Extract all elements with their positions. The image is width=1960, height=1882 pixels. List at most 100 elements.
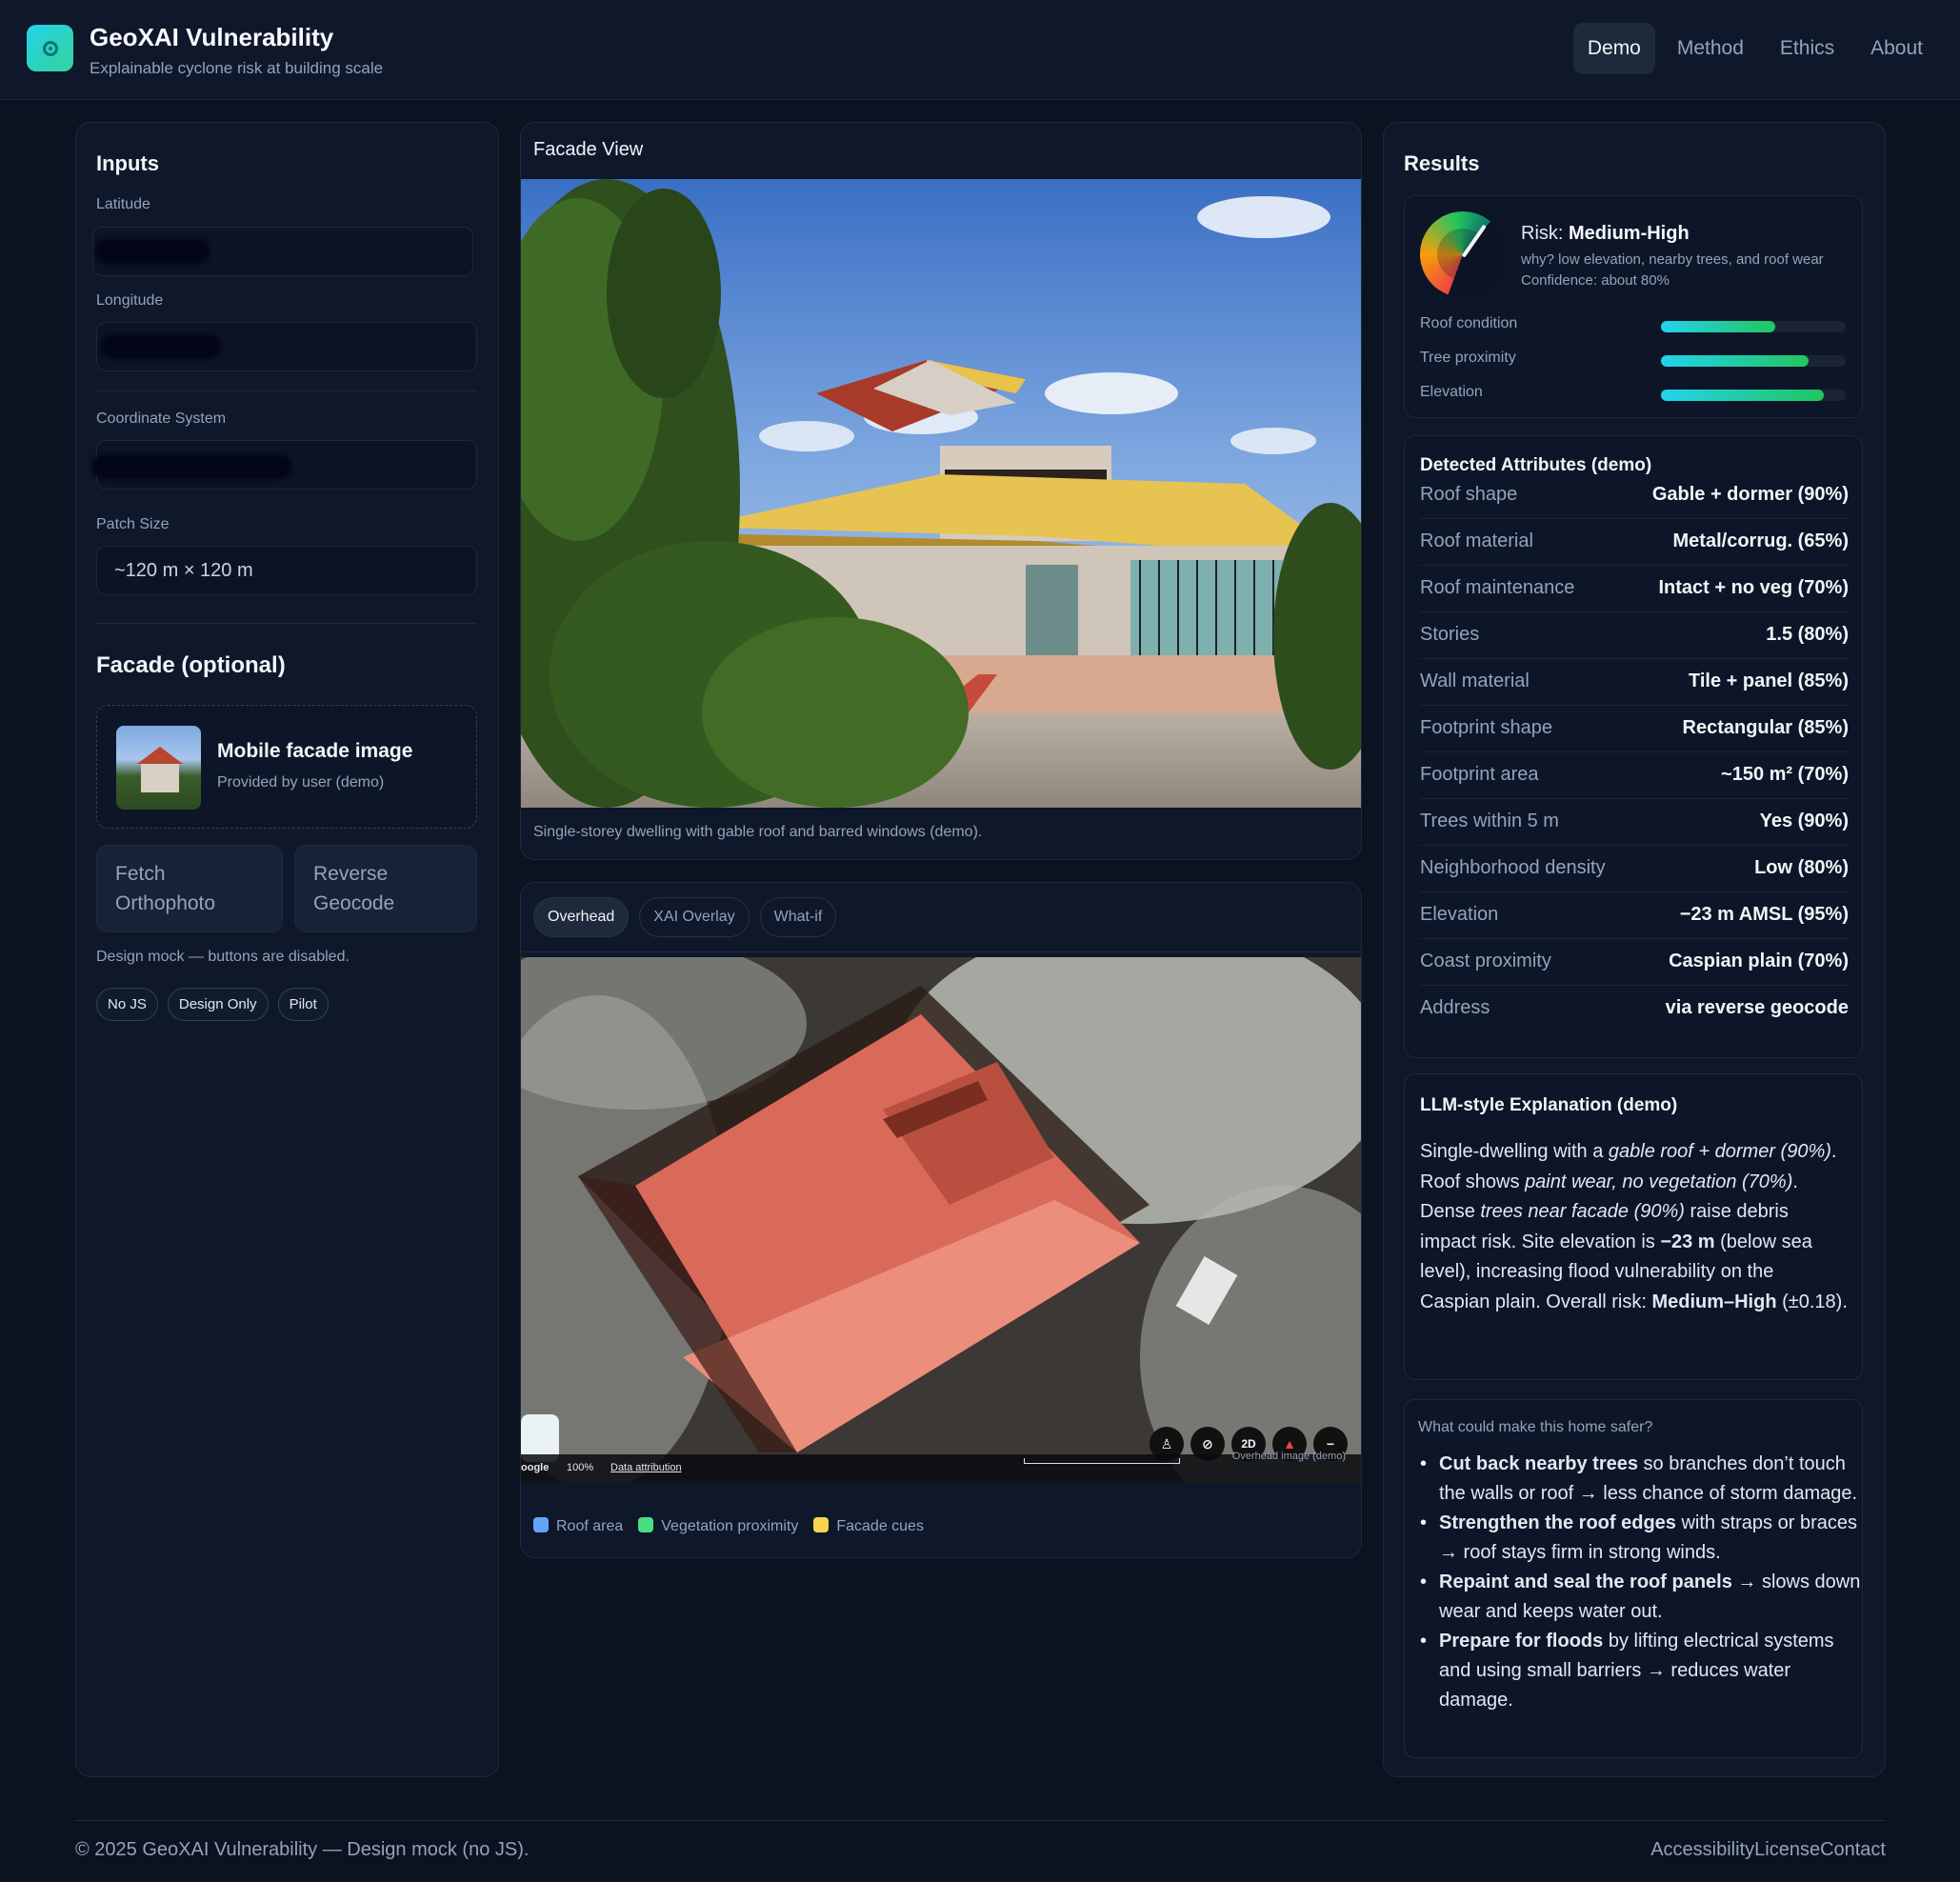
attribute-row: Address via reverse geocode: [1420, 986, 1849, 1032]
app-subtitle: Explainable cyclone risk at building sca…: [90, 59, 384, 77]
attribute-key: Elevation: [1420, 904, 1499, 925]
nav-ethics[interactable]: Ethics: [1766, 23, 1849, 74]
attribute-value: Yes (90%): [1759, 811, 1849, 831]
tab-overhead[interactable]: Overhead: [533, 897, 630, 937]
map-scale-bar: [1024, 1458, 1180, 1464]
divider: [96, 623, 477, 624]
attribute-value: ~150 m² (70%): [1721, 764, 1849, 785]
attribute-key: Roof maintenance: [1420, 577, 1575, 598]
map-attribution-link[interactable]: Data attribution: [610, 1462, 682, 1473]
facade-illustration: [521, 179, 1361, 808]
risk-gauge-icon: [1420, 211, 1506, 297]
redaction-mark: [91, 454, 291, 479]
footer-link-contact[interactable]: Contact: [1820, 1839, 1886, 1861]
attribute-row: Roof maintenance Intact + no veg (70%): [1420, 566, 1849, 612]
nav-method[interactable]: Method: [1663, 23, 1758, 74]
explanation-text: Single-dwelling with a gable roof + dorm…: [1420, 1141, 1848, 1312]
view-tabs: Overhead XAI Overlay What-if: [533, 897, 837, 937]
bar-tree-proximity: Tree proximity: [1420, 350, 1849, 369]
inputs-panel: Inputs Latitude Longitude Coordinate Sys…: [75, 122, 499, 1777]
attribute-value: Tile + panel (85%): [1688, 671, 1849, 691]
attribute-row: Roof shape Gable + dormer (90%): [1420, 472, 1849, 519]
facade-thumbnail: [116, 726, 201, 810]
attribute-key: Roof material: [1420, 531, 1533, 551]
legend-roof-area: Roof area: [533, 1517, 623, 1535]
map-footer-bar: oogle 100% Data attribution Overhead ima…: [521, 1451, 1361, 1483]
attribute-key: Trees within 5 m: [1420, 811, 1559, 831]
risk-card: Risk: Medium-High why? low elevation, ne…: [1404, 195, 1863, 418]
longitude-field[interactable]: [96, 322, 477, 371]
redaction-mark: [95, 239, 210, 264]
tip-item: Repaint and seal the roof panels → slows…: [1420, 1568, 1868, 1627]
attribute-value: Intact + no veg (70%): [1658, 577, 1850, 598]
attribute-row: Trees within 5 m Yes (90%): [1420, 799, 1849, 846]
attribute-value: −23 m AMSL (95%): [1679, 904, 1849, 925]
footer-copyright: © 2025 GeoXAI Vulnerability — Design moc…: [75, 1839, 530, 1860]
divider: [96, 390, 477, 391]
attribute-row: Stories 1.5 (80%): [1420, 612, 1849, 659]
attribute-value: via reverse geocode: [1665, 997, 1849, 1018]
facade-view-panel: Facade View Single-storey dwelling with …: [520, 122, 1362, 860]
attribute-row: Footprint area ~150 m² (70%): [1420, 752, 1849, 799]
risk-value: Medium-High: [1569, 223, 1690, 244]
attribute-key: Stories: [1420, 624, 1480, 645]
footer-link-accessibility[interactable]: Accessibility: [1650, 1839, 1754, 1861]
attribute-value: Low (80%): [1754, 857, 1849, 878]
overhead-panel: Overhead XAI Overlay What-if ♙ ⊘ 2D ▲ −: [520, 882, 1362, 1558]
risk-why: why? low elevation, nearby trees, and ro…: [1521, 251, 1824, 268]
app-title: GeoXAI Vulnerability: [90, 23, 334, 51]
tip-item: Strengthen the roof edges with straps or…: [1420, 1509, 1868, 1568]
attribute-key: Footprint area: [1420, 764, 1539, 785]
attribute-row: Roof material Metal/corrug. (65%): [1420, 519, 1849, 566]
inputs-title: Inputs: [96, 151, 159, 175]
attribute-key: Wall material: [1420, 671, 1530, 691]
overhead-map[interactable]: ♙ ⊘ 2D ▲ − oogle 100% Data attribution O…: [521, 957, 1361, 1483]
safety-tips-card: What could make this home safer? Cut bac…: [1404, 1399, 1863, 1758]
upload-title: Mobile facade image: [217, 740, 413, 762]
facade-upload-card[interactable]: Mobile facade image Provided by user (de…: [96, 705, 477, 829]
chip-pilot: Pilot: [277, 988, 329, 1021]
legend-vegetation: Vegetation proximity: [638, 1517, 798, 1535]
tab-xai-overlay[interactable]: XAI Overlay: [639, 897, 750, 937]
attributes-card: Detected Attributes (demo) Roof shape Gab…: [1404, 435, 1863, 1058]
latitude-label: Latitude: [96, 196, 150, 212]
crs-select[interactable]: [91, 440, 477, 490]
attribute-key: Address: [1420, 997, 1490, 1018]
attribute-key: Coast proximity: [1420, 951, 1551, 971]
footer-links: Accessibility License Contact: [1650, 1839, 1886, 1861]
explanation-card: LLM-style Explanation (demo) Single-dwel…: [1404, 1073, 1863, 1380]
fetch-orthophoto-button[interactable]: Fetch Orthophoto: [96, 845, 283, 932]
attribute-row: Neighborhood density Low (80%): [1420, 846, 1849, 892]
redaction-mark: [101, 334, 221, 359]
attribute-row: Wall material Tile + panel (85%): [1420, 659, 1849, 706]
legend-facade-cues: Facade cues: [813, 1517, 924, 1535]
overhead-image-label: Overhead image (demo): [1231, 1451, 1346, 1462]
attribute-value: Gable + dormer (90%): [1651, 484, 1849, 505]
facade-view-title: Facade View: [533, 139, 644, 160]
footer-link-license[interactable]: License: [1754, 1839, 1820, 1861]
reverse-geocode-button[interactable]: Reverse Geocode: [294, 845, 477, 932]
patch-size-field[interactable]: ~120 m × 120 m: [96, 546, 477, 595]
explanation-title: LLM-style Explanation (demo): [1420, 1095, 1678, 1115]
nav-demo[interactable]: Demo: [1572, 23, 1655, 74]
tip-item: Cut back nearby trees so branches don’t …: [1420, 1450, 1868, 1509]
bar-roof-condition: Roof condition: [1420, 315, 1849, 334]
crs-label: Coordinate System: [96, 410, 227, 427]
nav-about[interactable]: About: [1856, 23, 1937, 74]
tip-item: Prepare for floods by lifting electrical…: [1420, 1627, 1868, 1715]
tab-what-if[interactable]: What-if: [759, 897, 837, 937]
latitude-field[interactable]: [92, 227, 473, 276]
app-logo-icon: [27, 25, 73, 71]
results-panel: Results Risk: Medium-High why? low eleva…: [1383, 122, 1886, 1777]
attribute-key: Roof shape: [1420, 484, 1518, 505]
overhead-illustration: [521, 957, 1361, 1483]
top-bar: GeoXAI Vulnerability Explainable cyclone…: [0, 0, 1960, 100]
upload-subtitle: Provided by user (demo): [217, 774, 385, 791]
attribute-value: Caspian plain (70%): [1669, 951, 1849, 971]
attribute-value: Metal/corrug. (65%): [1672, 531, 1849, 551]
attribute-row: Coast proximity Caspian plain (70%): [1420, 939, 1849, 986]
attribute-row: Elevation −23 m AMSL (95%): [1420, 892, 1849, 939]
attribute-row: Footprint shape Rectangular (85%): [1420, 706, 1849, 752]
risk-line: Risk: Medium-High: [1521, 223, 1690, 244]
bar-elevation: Elevation: [1420, 384, 1849, 403]
